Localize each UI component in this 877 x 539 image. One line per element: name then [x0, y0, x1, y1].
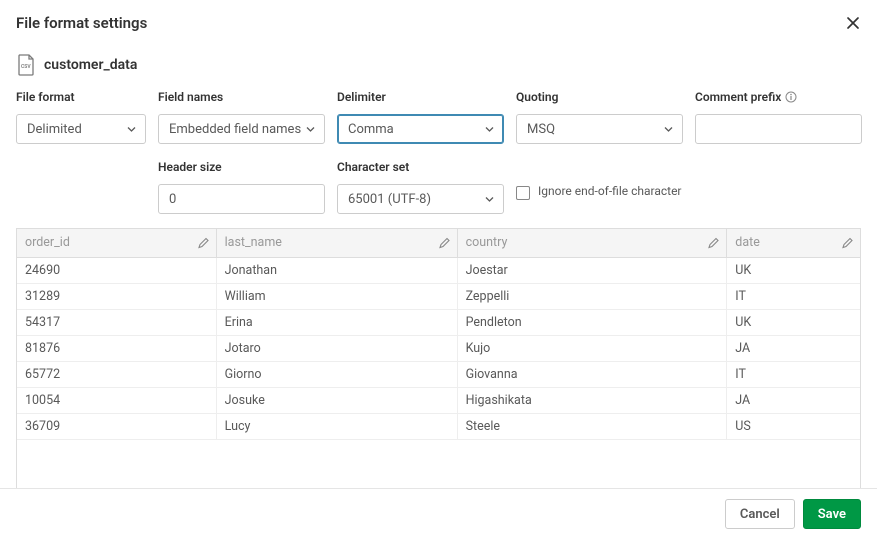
table-cell: IT: [727, 283, 860, 309]
table-cell: US: [727, 413, 860, 439]
label-field-names: Field names: [158, 90, 325, 104]
table-row: 24690JonathanJoestarUK: [17, 257, 860, 283]
table-cell: Lucy: [216, 413, 457, 439]
quoting-select[interactable]: MSQ: [516, 114, 683, 144]
table-cell: Erina: [216, 309, 457, 335]
column-header: date: [727, 229, 860, 257]
table-row: 31289WilliamZeppelliIT: [17, 283, 860, 309]
table-cell: 36709: [17, 413, 216, 439]
table-cell: 10054: [17, 387, 216, 413]
label-header-size: Header size: [158, 160, 325, 174]
table-cell: 54317: [17, 309, 216, 335]
table-cell: 31289: [17, 283, 216, 309]
table-row: 36709LucySteeleUS: [17, 413, 860, 439]
chevron-down-icon: [484, 124, 495, 135]
info-icon: [785, 91, 797, 103]
table-cell: Jotaro: [216, 335, 457, 361]
table-cell: JA: [727, 335, 860, 361]
chevron-down-icon: [663, 124, 674, 135]
ignore-eof-checkbox[interactable]: [516, 186, 530, 200]
table-cell: Joestar: [457, 257, 727, 283]
svg-text:CSV: CSV: [21, 64, 31, 70]
label-ignore-eof: Ignore end-of-file character: [538, 184, 682, 199]
edit-column-icon[interactable]: [707, 236, 720, 249]
table-cell: Kujo: [457, 335, 727, 361]
table-cell: Pendleton: [457, 309, 727, 335]
table-cell: Josuke: [216, 387, 457, 413]
header-size-input[interactable]: 0: [158, 184, 325, 214]
table-cell: Zeppelli: [457, 283, 727, 309]
table-header-row: order_id last_name country date: [17, 229, 860, 257]
close-icon[interactable]: [845, 15, 861, 31]
table-cell: Giorno: [216, 361, 457, 387]
comment-prefix-input[interactable]: [695, 114, 862, 144]
edit-column-icon[interactable]: [438, 236, 451, 249]
file-name: customer_data: [44, 57, 137, 73]
table-row: 54317ErinaPendletonUK: [17, 309, 860, 335]
table-cell: UK: [727, 257, 860, 283]
table-row: 81876JotaroKujoJA: [17, 335, 860, 361]
column-header: country: [457, 229, 727, 257]
table-cell: Giovanna: [457, 361, 727, 387]
table-cell: UK: [727, 309, 860, 335]
field-names-select[interactable]: Embedded field names: [158, 114, 325, 144]
save-button[interactable]: Save: [803, 499, 861, 529]
chevron-down-icon: [305, 124, 316, 135]
edit-column-icon[interactable]: [197, 236, 210, 249]
table-cell: IT: [727, 361, 860, 387]
table-cell: Higashikata: [457, 387, 727, 413]
page-title: File format settings: [16, 14, 147, 32]
column-header: order_id: [17, 229, 216, 257]
table-row: 65772GiornoGiovannaIT: [17, 361, 860, 387]
chevron-down-icon: [126, 124, 137, 135]
label-file-format: File format: [16, 90, 146, 104]
table-cell: Steele: [457, 413, 727, 439]
table-cell: JA: [727, 387, 860, 413]
label-quoting: Quoting: [516, 90, 683, 104]
label-delimiter: Delimiter: [337, 90, 504, 104]
csv-file-icon: CSV: [16, 54, 36, 76]
table-cell: 81876: [17, 335, 216, 361]
table-row: 10054JosukeHigashikataJA: [17, 387, 860, 413]
table-cell: 24690: [17, 257, 216, 283]
column-header: last_name: [216, 229, 457, 257]
preview-table: order_id last_name country date 24690Jon…: [16, 228, 861, 493]
character-set-select[interactable]: 65001 (UTF-8): [337, 184, 504, 214]
label-character-set: Character set: [337, 160, 504, 174]
table-cell: William: [216, 283, 457, 309]
edit-column-icon[interactable]: [841, 236, 854, 249]
table-cell: 65772: [17, 361, 216, 387]
cancel-button[interactable]: Cancel: [725, 499, 795, 529]
label-comment-prefix: Comment prefix: [695, 90, 862, 104]
delimiter-select[interactable]: Comma: [337, 114, 504, 144]
chevron-down-icon: [484, 194, 495, 205]
file-format-select[interactable]: Delimited: [16, 114, 146, 144]
table-cell: Jonathan: [216, 257, 457, 283]
